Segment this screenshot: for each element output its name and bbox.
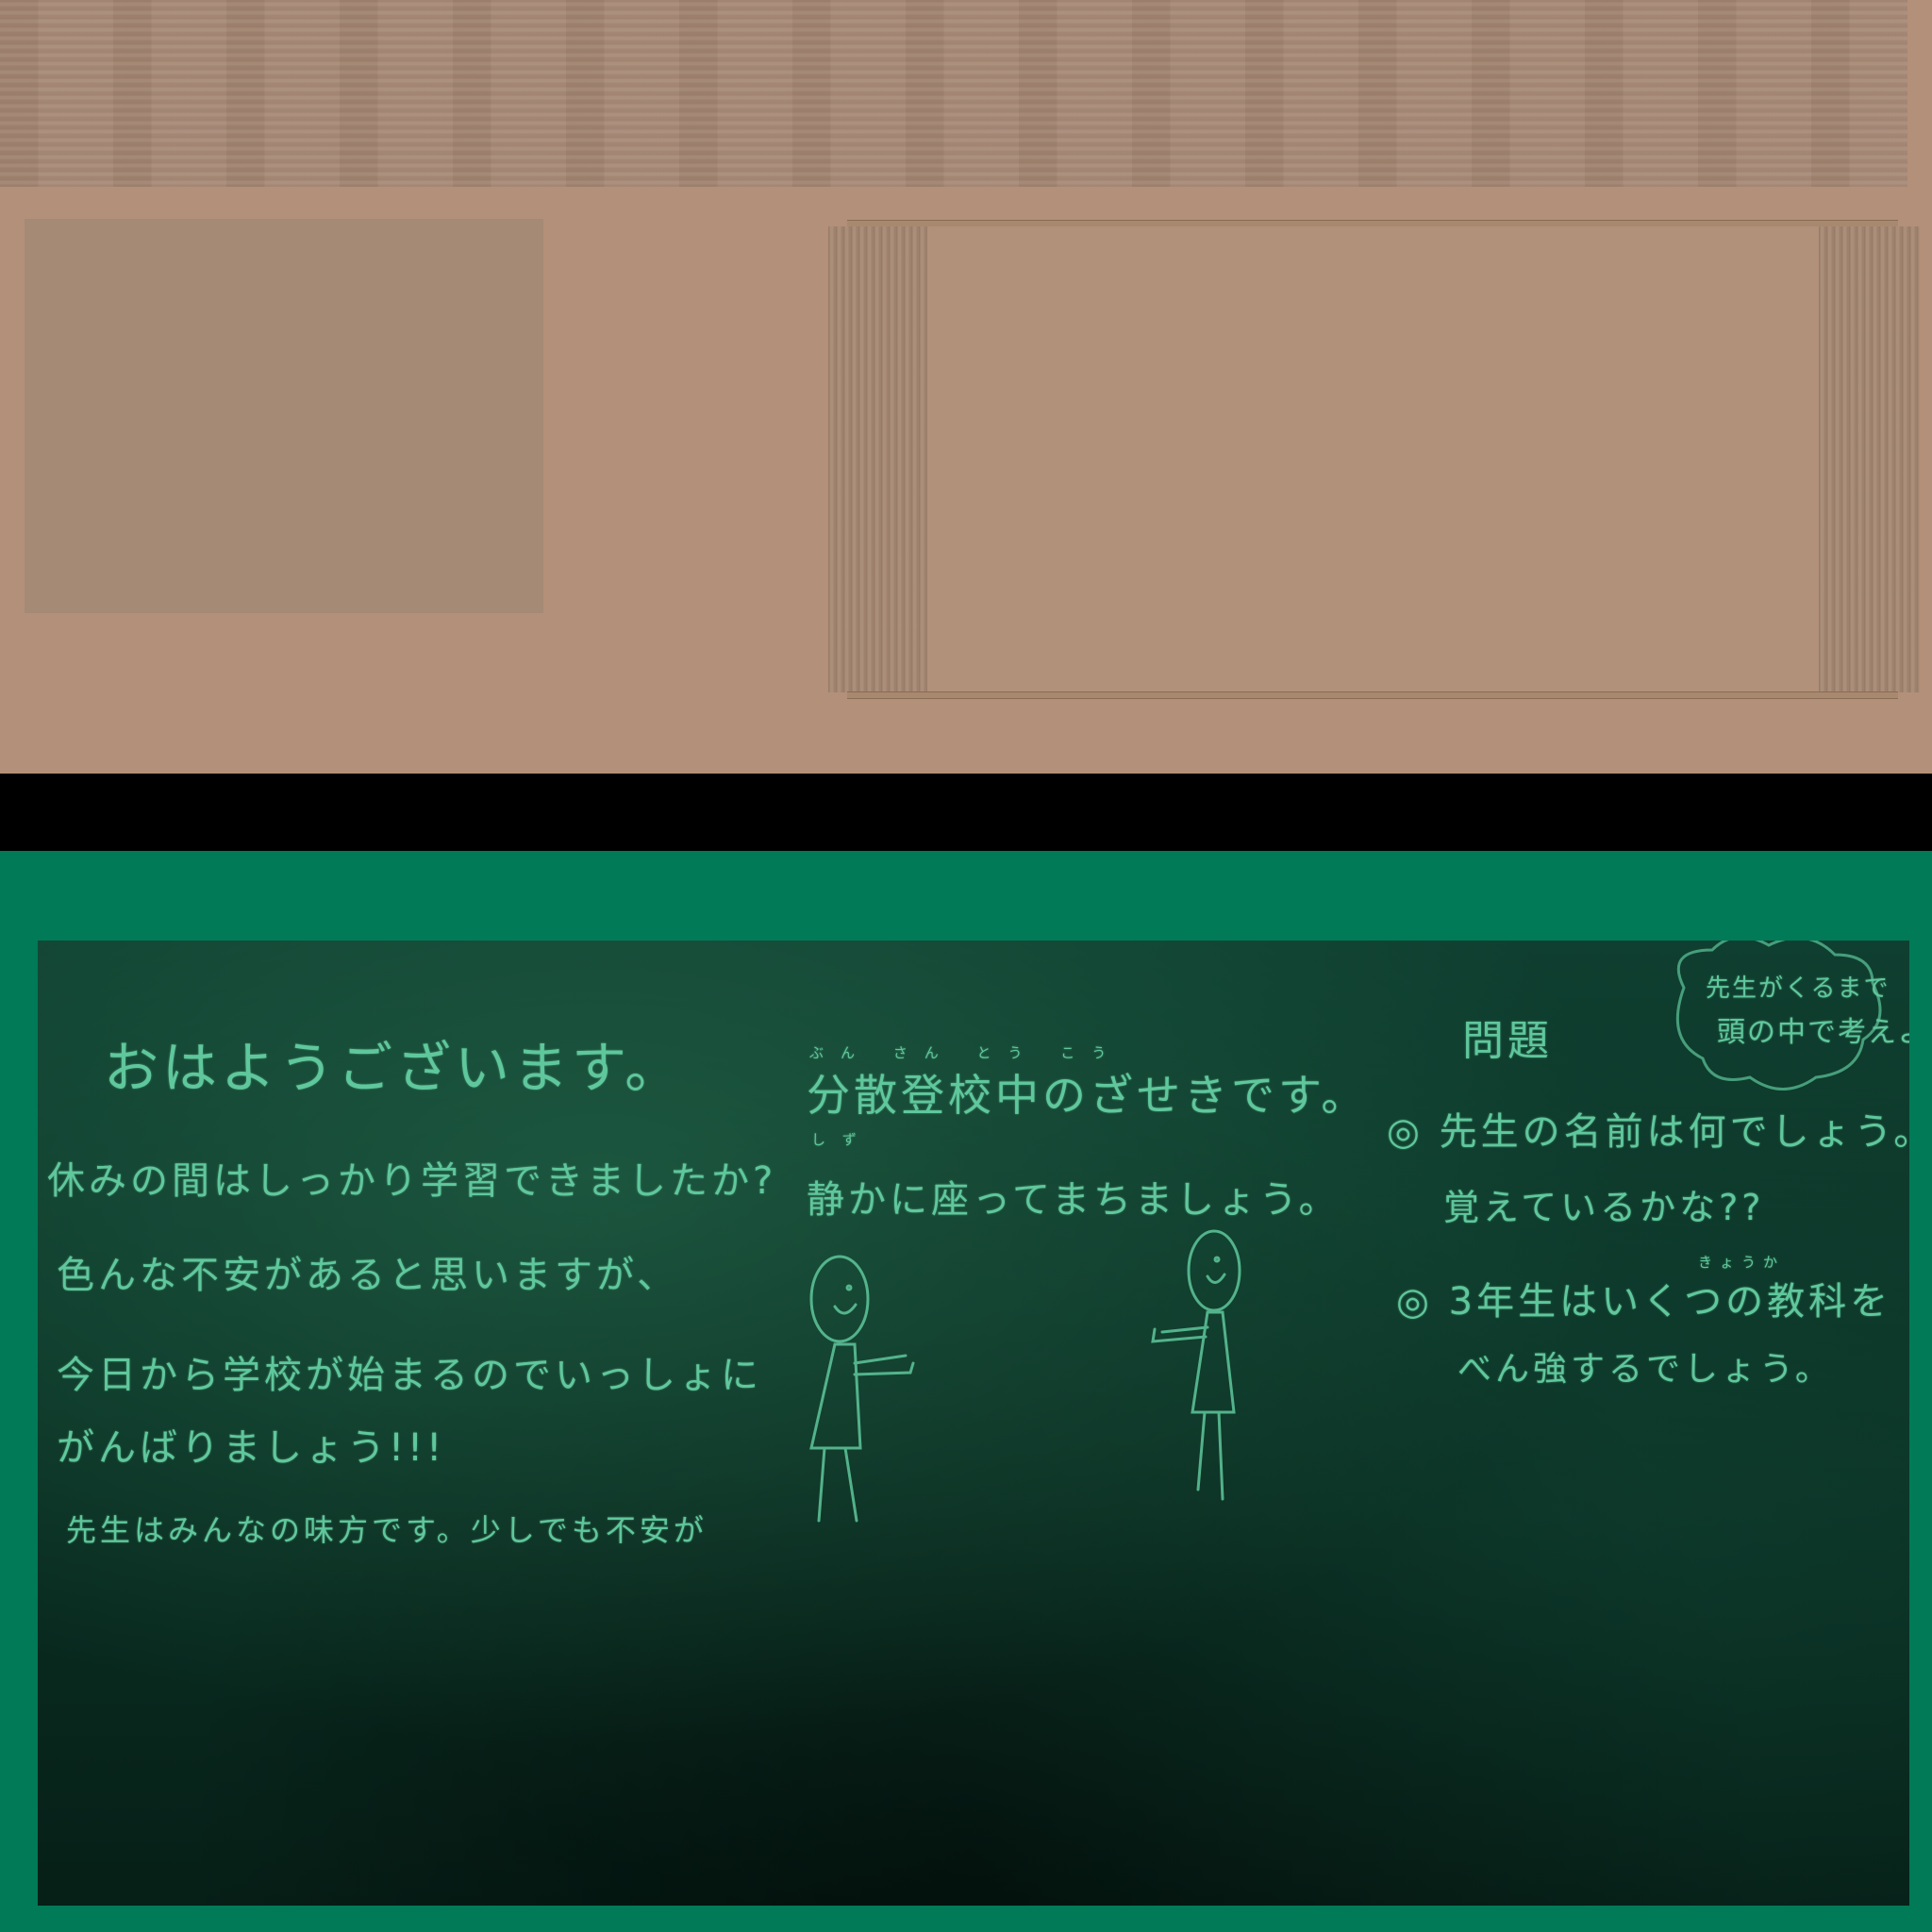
figure-left-head <box>809 1255 870 1343</box>
stick-figures <box>809 941 1882 1523</box>
chalkboard[interactable]: おはようございます。 休みの間はしっかり学習できましたか? 色んな不安があると思… <box>38 941 1909 1906</box>
question-2-line-2: べん強するでしょう。 <box>1457 1350 1833 1389</box>
figure-right-head <box>1187 1229 1241 1312</box>
divider-bar <box>0 774 1932 851</box>
door-frame-right <box>1819 226 1920 692</box>
door-frame-bottom <box>847 691 1898 699</box>
ruby-kyouka: きょうか <box>1698 1254 1786 1271</box>
wall-panel <box>25 219 543 613</box>
problem-heading: 問題 <box>1462 1017 1553 1065</box>
door-panel[interactable] <box>927 226 1819 692</box>
bubble-line-1: 先生がくるまで <box>1706 974 1890 1003</box>
bubble-line-2: 頭の中で考えよう <box>1717 1016 1909 1049</box>
door-frame-left <box>828 226 927 692</box>
question-1-line-1: ◎ 先生の名前は何でしょう。 <box>1387 1110 1909 1154</box>
question-2-line-1: ◎ 3年生はいくつの教科を <box>1396 1280 1892 1324</box>
wood-ceiling-strip <box>0 0 1907 187</box>
question-1-line-2: 覚えているかな?? <box>1443 1187 1765 1228</box>
